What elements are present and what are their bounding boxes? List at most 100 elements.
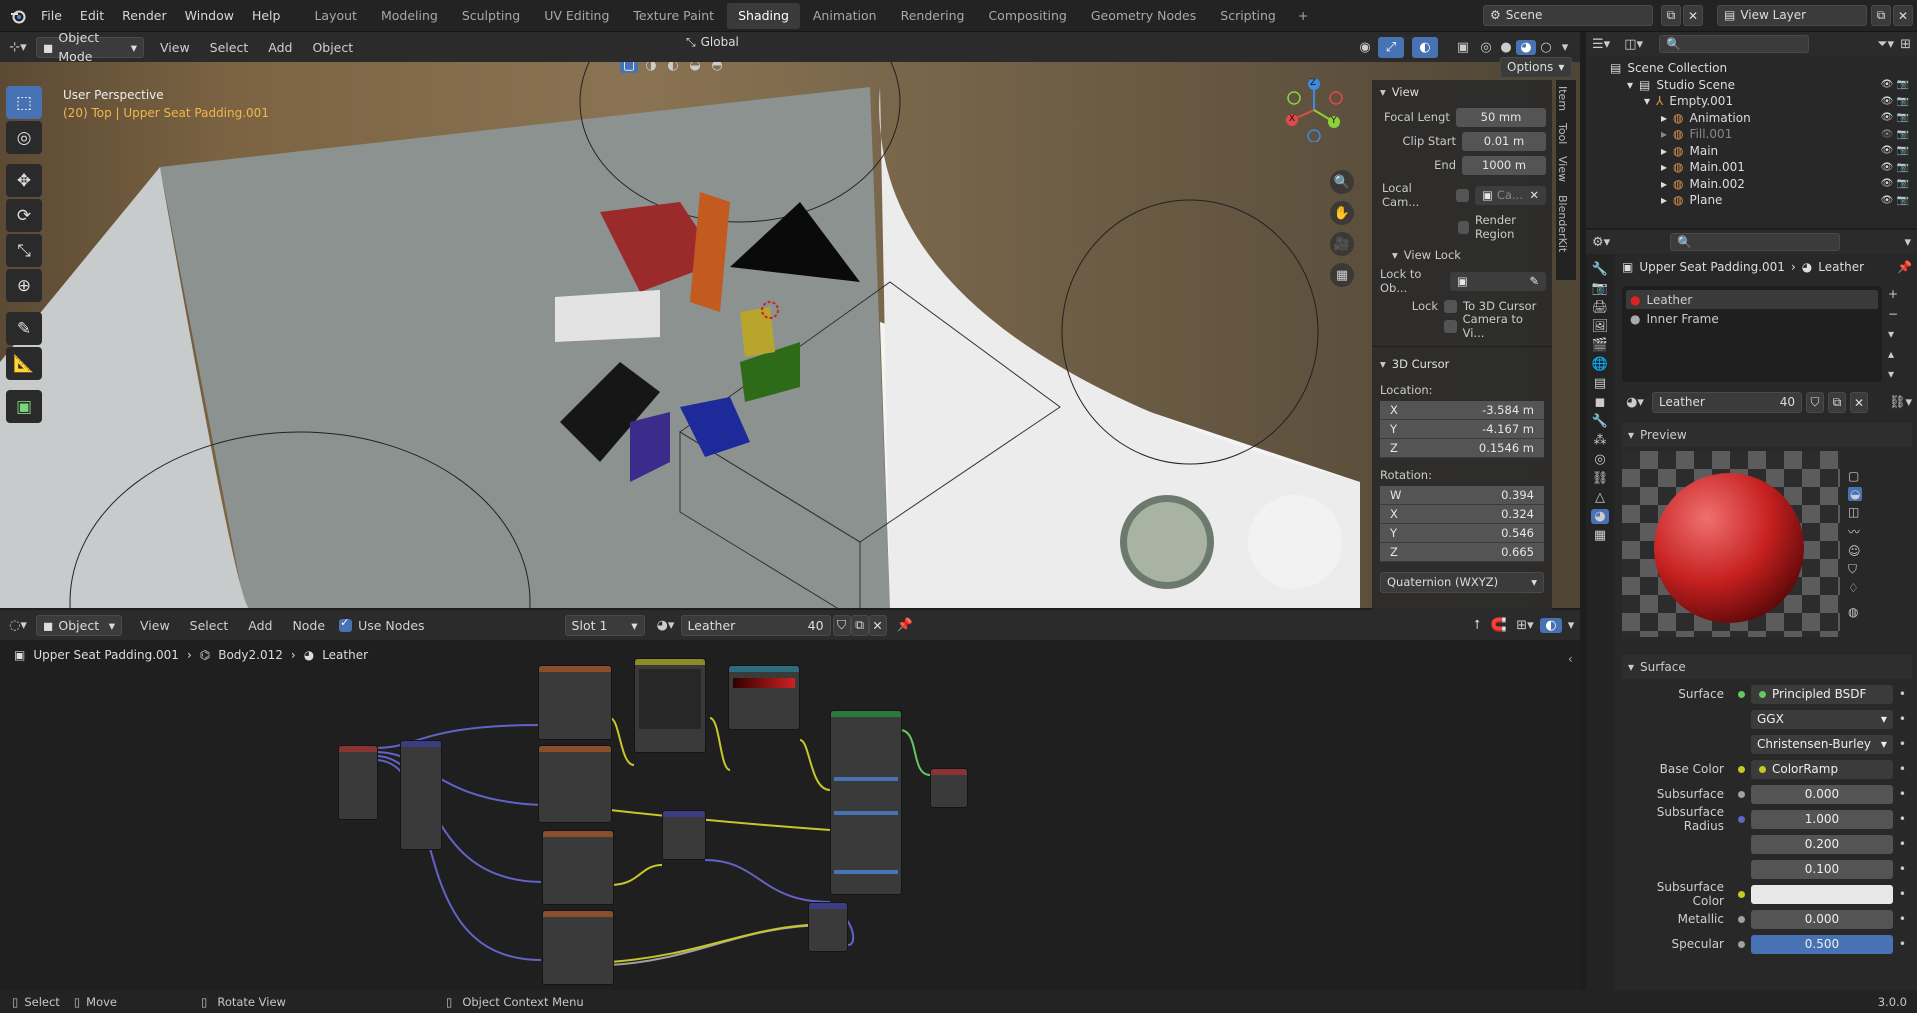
preview-flat-icon[interactable]: ▢ (1848, 469, 1862, 483)
overlay-options-icon[interactable]: ▾ (1562, 618, 1580, 633)
keyframe-dot-icon[interactable]: • (1899, 887, 1906, 901)
render-region-checkbox[interactable] (1458, 220, 1469, 234)
surface-row-value[interactable]: 0.200 (1751, 834, 1893, 854)
eye-icon[interactable]: 👁 (1881, 96, 1894, 107)
menu-edit[interactable]: Edit (71, 0, 113, 32)
add-cube-tool-icon[interactable]: ▣ (6, 390, 42, 423)
viewport-menu-view[interactable]: View (150, 40, 200, 55)
editor-type-icon[interactable]: ⊹▾ (0, 40, 36, 55)
menu-help[interactable]: Help (243, 0, 290, 32)
outliner-item[interactable]: ▾ ▤ Studio Scene 👁 📷 (1610, 77, 1917, 94)
slot-menu-icon[interactable]: ▾ (1888, 327, 1898, 341)
move-down-icon[interactable]: ▾ (1888, 367, 1898, 381)
local-camera-field[interactable]: ▣ Ca... ✕ (1475, 185, 1546, 205)
remove-slot-icon[interactable]: − (1888, 307, 1898, 321)
tab-layout[interactable]: Layout (303, 3, 368, 29)
navigation-gizmo[interactable]: Z X Y (1282, 78, 1346, 143)
use-nodes-checkbox[interactable] (339, 616, 353, 632)
expand-arrow-icon[interactable]: ▸ (1661, 111, 1667, 125)
shader-menu-add[interactable]: Add (238, 618, 282, 633)
new-collection-icon[interactable]: ⊞ (1900, 37, 1911, 52)
keyframe-dot-icon[interactable]: • (1899, 937, 1906, 951)
tab-compositing[interactable]: Compositing (977, 3, 1077, 29)
tab-shading[interactable]: Shading (727, 2, 800, 29)
particles-tab-icon[interactable]: ⁂ (1594, 433, 1607, 448)
measure-tool-icon[interactable]: 📐 (6, 347, 42, 380)
material-slot-inner-frame[interactable]: ● Inner Frame (1626, 309, 1878, 328)
cursor-tool-icon[interactable]: ◎ (6, 121, 42, 154)
keyframe-dot-icon[interactable]: • (1899, 787, 1906, 801)
fake-user-icon[interactable]: ⛉ (832, 614, 851, 636)
outliner-item[interactable]: ▸ ◍ Animation 👁 📷 (1610, 110, 1917, 127)
shading-wireframe-icon[interactable]: ◎ (1476, 40, 1496, 55)
move-up-icon[interactable]: ▴ (1888, 347, 1898, 361)
mapping-node[interactable] (400, 740, 442, 850)
surface-row-link[interactable]: ColorRamp (1751, 759, 1893, 779)
sidebar-tab-view[interactable]: View (1556, 150, 1569, 188)
expand-arrow-icon[interactable]: ▸ (1661, 160, 1667, 174)
cursor-loc-x[interactable]: X -3.584 m (1380, 401, 1544, 420)
surface-row-dropdown[interactable]: GGX ▾ (1751, 709, 1893, 729)
ortho-grid-icon[interactable]: ▦ (1330, 263, 1354, 287)
image-texture-node-3[interactable] (542, 830, 614, 905)
modifier-tab-icon[interactable]: 🔧 (1592, 414, 1608, 429)
eye-icon[interactable]: 👁 (1881, 79, 1894, 90)
collapse-sidebar-icon[interactable]: ‹ (1568, 652, 1573, 666)
snap-mode-icon[interactable]: ⊞▾ (1510, 618, 1540, 633)
overlay-toggle-icon[interactable]: ◐ (1412, 36, 1438, 58)
expand-arrow-icon[interactable]: ▸ (1661, 127, 1667, 141)
shading-solid-icon[interactable]: ● (1496, 40, 1516, 55)
sidebar-tab-blenderkit[interactable]: BlenderKit (1556, 189, 1569, 258)
lock-to-object-field[interactable]: ▣ ✎ (1450, 271, 1546, 291)
new-scene-button[interactable]: ⧉ (1661, 5, 1681, 26)
outliner-item[interactable]: ▸ ◍ Main 👁 📷 (1610, 143, 1917, 160)
eye-icon[interactable]: 👁 (1881, 162, 1894, 173)
pan-hand-icon[interactable]: ✋ (1330, 201, 1354, 225)
scene-selector[interactable]: ⚙ Scene (1483, 5, 1653, 26)
outliner-item[interactable]: ▾ ⅄ Empty.001 👁 📷 (1610, 93, 1917, 110)
preview-fluid-icon[interactable]: ♢ (1848, 581, 1862, 595)
local-camera-checkbox[interactable] (1456, 188, 1469, 202)
sidebar-tab-item[interactable]: Item (1556, 80, 1569, 117)
camera-render-icon[interactable]: 📷 (1897, 129, 1909, 140)
cursor-loc-y[interactable]: Y -4.167 m (1380, 420, 1544, 439)
view-layer-tab-icon[interactable]: 🖼 (1592, 319, 1609, 334)
cursor-rot-w[interactable]: W 0.394 (1380, 486, 1544, 505)
zoom-icon[interactable]: 🔍 (1330, 170, 1354, 194)
rotation-mode-selector[interactable]: Quaternion (WXYZ) ▾ (1380, 572, 1544, 593)
expand-arrow-icon[interactable]: ▸ (1661, 193, 1667, 207)
object-tab-icon[interactable]: ◼ (1595, 395, 1606, 410)
texture-tab-icon[interactable]: ▦ (1594, 528, 1606, 543)
normal-map-node[interactable] (662, 810, 706, 860)
surface-row-value[interactable]: 0.100 (1751, 859, 1893, 879)
texture-coordinate-node[interactable] (338, 745, 378, 820)
camera-to-view-checkbox[interactable] (1444, 319, 1457, 333)
keyframe-dot-icon[interactable]: • (1899, 687, 1906, 701)
collection-tab-icon[interactable]: ▤ (1594, 376, 1606, 391)
keyframe-dot-icon[interactable]: • (1899, 712, 1906, 726)
material-output-node[interactable] (930, 768, 968, 808)
outliner-item[interactable]: ▸ ◍ Main.002 👁 📷 (1610, 176, 1917, 193)
viewport-canvas[interactable]: User Perspective (20) Top | Upper Seat P… (0, 62, 1580, 608)
material-tab-icon[interactable]: ◕ (1591, 509, 1609, 524)
surface-row-value[interactable]: 1.000 (1751, 809, 1893, 829)
shader-menu-view[interactable]: View (130, 618, 180, 633)
new-view-layer-button[interactable]: ⧉ (1871, 5, 1891, 26)
image-texture-node-2[interactable] (538, 745, 612, 823)
preview-cloth-icon[interactable]: ⛉ (1848, 562, 1862, 577)
camera-render-icon[interactable]: 📷 (1897, 195, 1909, 206)
tab-scripting[interactable]: Scripting (1209, 3, 1287, 29)
link-mode-icon[interactable]: ⛓▾ (1889, 395, 1912, 410)
preview-sphere-icon[interactable]: ◒ (1848, 487, 1863, 501)
expand-arrow-icon[interactable]: ▾ (1644, 94, 1650, 108)
render-tab-icon[interactable]: 📷 (1592, 281, 1608, 296)
image-texture-node-4[interactable] (542, 910, 614, 985)
viewport-menu-add[interactable]: Add (258, 40, 302, 55)
eyedropper-icon[interactable]: ✎ (1529, 272, 1539, 291)
annotate-tool-icon[interactable]: ✎ (6, 312, 42, 345)
camera-render-icon[interactable]: 📷 (1897, 162, 1909, 173)
view-lock-header[interactable]: ▾ View Lock (1392, 244, 1552, 266)
surface-panel-header[interactable]: ▾ Surface (1622, 655, 1912, 679)
eye-icon[interactable]: 👁 (1881, 195, 1894, 206)
color-ramp-node[interactable] (728, 665, 800, 730)
